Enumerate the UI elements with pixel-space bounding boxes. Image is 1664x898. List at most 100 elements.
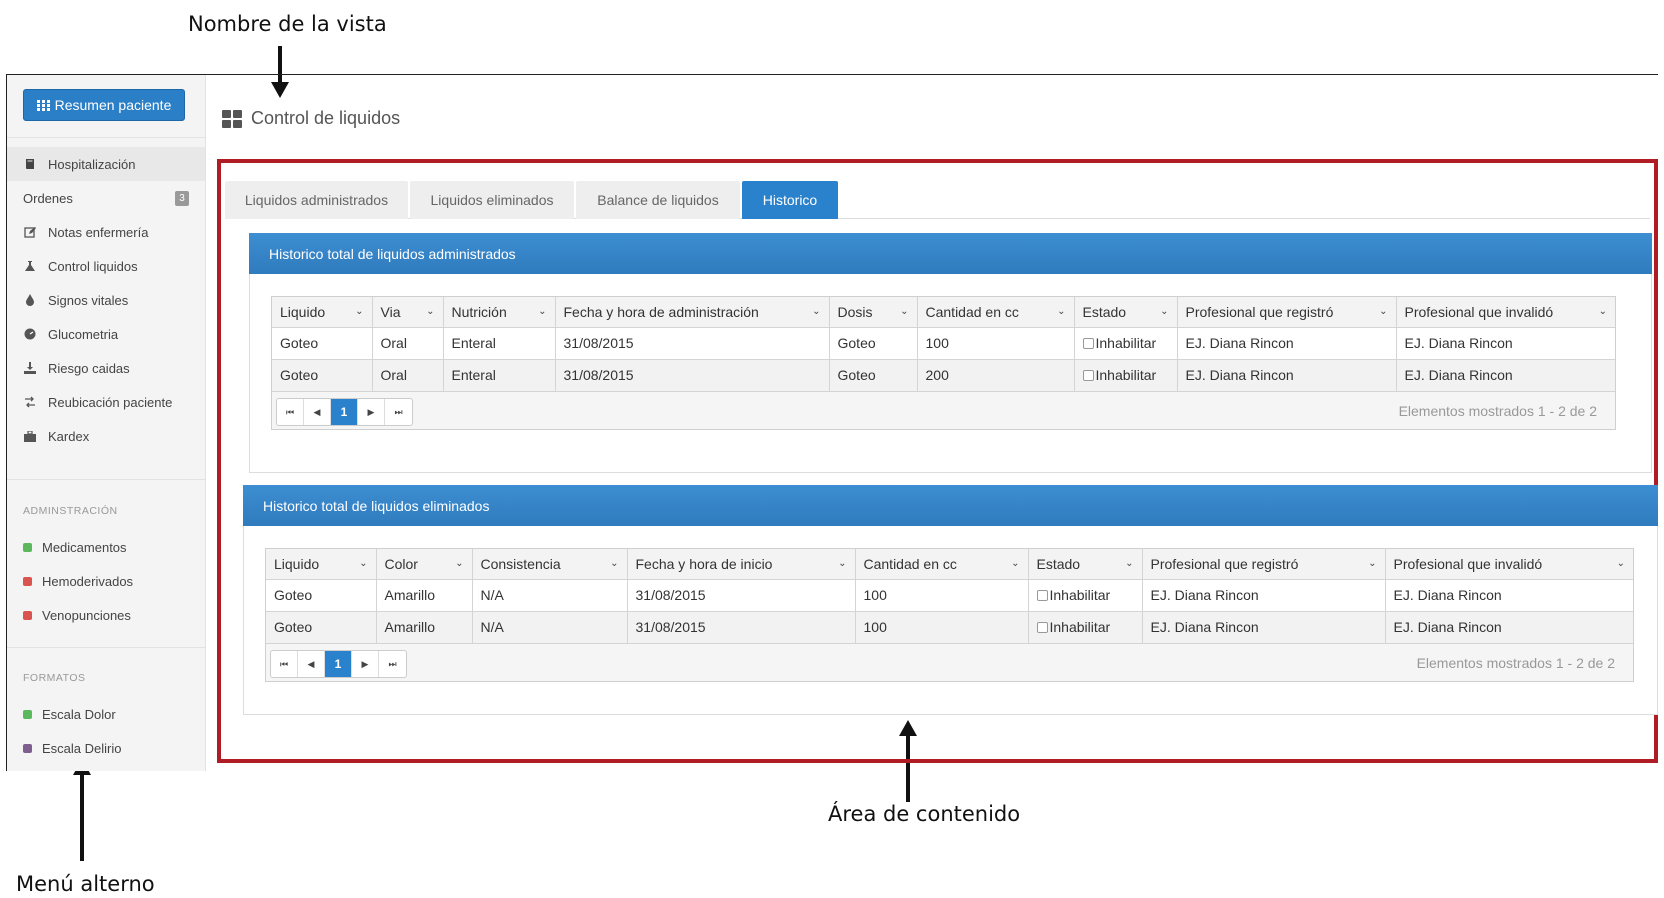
chevron-down-icon: ⌄ <box>1598 306 1607 317</box>
chevron-down-icon: ⌄ <box>359 558 368 569</box>
sidebar-item-label: Notas enfermería <box>48 224 149 240</box>
transfer-icon <box>23 395 37 409</box>
annotation-content-area: Área de contenido <box>828 802 1021 826</box>
sidebar-item-escala-delirio[interactable]: Escala Delirio <box>7 731 205 765</box>
panel-historico-administrados: Historico total de liquidos administrado… <box>249 233 1652 473</box>
data-grid-administrados: Liquido ⌄ Via ⌄ Nutrición ⌄ Fecha y hora de… <box>271 296 1616 430</box>
prev-page-icon[interactable]: ◀ <box>298 651 325 677</box>
sidebar-item-hospitalizacion[interactable]: Hospitalización <box>7 147 205 181</box>
sidebar-item-signos-vitales[interactable]: Signos vitales <box>7 283 205 317</box>
table-administrados: Liquido ⌄ Via ⌄ Nutrición ⌄ Fecha y hora de… <box>272 297 1615 392</box>
flask-icon <box>23 259 37 273</box>
chevron-down-icon: ⌄ <box>1368 558 1377 569</box>
sidebar-section-formatos: FORMATOS <box>23 672 86 684</box>
sidebar-item-hemoderivados[interactable]: Hemoderivados <box>7 564 205 598</box>
ordenes-count-badge: 3 <box>175 191 189 206</box>
pagination: ⏮ ◀ 1 ▶ ⏭ <box>270 650 407 678</box>
prev-page-icon[interactable]: ◀ <box>304 399 331 425</box>
status-dot-icon <box>23 542 32 552</box>
tab-liquidos-administrados[interactable]: Liquidos administrados <box>225 181 408 219</box>
drop-icon <box>23 293 37 307</box>
sidebar-item-venopunciones[interactable]: Venopunciones <box>7 598 205 632</box>
sidebar-item-medicamentos[interactable]: Medicamentos <box>7 530 205 564</box>
inhabilitar-checkbox[interactable] <box>1036 622 1048 633</box>
column-header[interactable]: Profesional que invalidó ⌄ <box>1385 549 1633 580</box>
inhabilitar-checkbox[interactable] <box>1036 590 1048 601</box>
sidebar-item-control-liquidos[interactable]: Control liquidos <box>7 249 205 283</box>
sidebar-item-label: Glucometria <box>48 326 119 342</box>
chevron-down-icon: ⌄ <box>455 558 464 569</box>
page-number[interactable]: 1 <box>331 399 358 425</box>
resumen-paciente-label: Resumen paciente <box>54 97 172 113</box>
sidebar-item-label: Escala Dolor <box>42 706 116 722</box>
tab-historico[interactable]: Historico <box>742 181 838 219</box>
content-area: Liquidos administrados Liquidos eliminad… <box>225 167 1658 755</box>
annotation-arrow-up <box>73 759 91 861</box>
table-row: Goteo Oral Enteral 31/08/2015 Goteo 100 … <box>272 327 1615 360</box>
table-header-row: Liquido ⌄ Color ⌄ Consistencia ⌄ Fecha y ho… <box>266 549 1633 580</box>
column-header[interactable]: Dosis ⌄ <box>829 297 918 328</box>
estado-cell[interactable]: Inhabilitar <box>1074 359 1178 392</box>
resumen-paciente-button[interactable]: Resumen paciente <box>23 89 185 121</box>
column-header[interactable]: Fecha y hora de inicio ⌄ <box>627 549 856 580</box>
column-header[interactable]: Cantidad en cc ⌄ <box>855 549 1029 580</box>
inhabilitar-checkbox[interactable] <box>1082 370 1094 381</box>
column-header[interactable]: Color ⌄ <box>376 549 473 580</box>
chevron-down-icon: ⌄ <box>610 558 619 569</box>
chevron-down-icon: ⌄ <box>1160 306 1169 317</box>
pagination-info: Elementos mostrados 1 - 2 de 2 <box>1416 655 1615 671</box>
sidebar-item-label: Ordenes <box>23 190 73 206</box>
status-dot-icon <box>23 709 32 719</box>
next-page-icon[interactable]: ▶ <box>352 651 379 677</box>
last-page-icon[interactable]: ⏭ <box>379 651 406 677</box>
book-icon <box>23 157 37 171</box>
column-header[interactable]: Estado ⌄ <box>1074 297 1178 328</box>
column-header[interactable]: Liquido ⌄ <box>272 297 373 328</box>
column-header[interactable]: Estado ⌄ <box>1028 549 1143 580</box>
estado-cell[interactable]: Inhabilitar <box>1028 611 1143 644</box>
estado-cell[interactable]: Inhabilitar <box>1028 579 1143 612</box>
first-page-icon[interactable]: ⏮ <box>277 399 304 425</box>
sidebar-item-glucometria[interactable]: Glucometria <box>7 317 205 351</box>
sidebar-item-reubicacion-paciente[interactable]: Reubicación paciente <box>7 385 205 419</box>
column-header[interactable]: Consistencia ⌄ <box>472 549 628 580</box>
table-row: Goteo Amarillo N/A 31/08/2015 100 Inhabi… <box>266 579 1633 612</box>
table-row: Goteo Oral Enteral 31/08/2015 Goteo 200 … <box>272 359 1615 392</box>
column-header[interactable]: Fecha y hora de administración ⌄ <box>555 297 830 328</box>
window-top-border <box>6 74 1658 75</box>
column-header[interactable]: Cantidad en cc ⌄ <box>917 297 1075 328</box>
chevron-down-icon: ⌄ <box>838 558 847 569</box>
tab-balance-de-liquidos[interactable]: Balance de liquidos <box>576 181 740 219</box>
column-header[interactable]: Liquido ⌄ <box>266 549 377 580</box>
chevron-down-icon: ⌄ <box>1125 558 1134 569</box>
sidebar-item-notas-enfermeria[interactable]: Notas enfermería <box>7 215 205 249</box>
sidebar-item-label: Reubicación paciente <box>48 394 173 410</box>
chevron-down-icon: ⌄ <box>812 306 821 317</box>
last-page-icon[interactable]: ⏭ <box>385 399 412 425</box>
page-number[interactable]: 1 <box>325 651 352 677</box>
page-title: Control de liquidos <box>222 108 400 129</box>
table-eliminados: Liquido ⌄ Color ⌄ Consistencia ⌄ Fecha y ho… <box>266 549 1633 644</box>
annotation-view-name: Nombre de la vista <box>188 12 387 36</box>
chevron-down-icon: ⌄ <box>538 306 547 317</box>
column-header[interactable]: Nutrición ⌄ <box>443 297 556 328</box>
column-header[interactable]: Profesional que invalidó ⌄ <box>1396 297 1615 328</box>
next-page-icon[interactable]: ▶ <box>358 399 385 425</box>
column-header[interactable]: Profesional que registró ⌄ <box>1142 549 1386 580</box>
sidebar-item-ordenes[interactable]: Ordenes 3 <box>7 181 205 215</box>
pagination-info: Elementos mostrados 1 - 2 de 2 <box>1398 403 1597 419</box>
sidebar-item-label: Signos vitales <box>48 292 129 308</box>
estado-cell[interactable]: Inhabilitar <box>1074 327 1178 360</box>
panel-historico-eliminados: Historico total de liquidos eliminados L… <box>243 485 1658 715</box>
column-header[interactable]: Via ⌄ <box>372 297 444 328</box>
tab-liquidos-eliminados[interactable]: Liquidos eliminados <box>410 181 574 219</box>
chevron-down-icon: ⌄ <box>1616 558 1625 569</box>
inhabilitar-checkbox[interactable] <box>1082 338 1094 349</box>
sidebar-item-riesgo-caidas[interactable]: Riesgo caidas <box>7 351 205 385</box>
sidebar-item-escala-dolor[interactable]: Escala Dolor <box>7 697 205 731</box>
sidebar-item-kardex[interactable]: Kardex <box>7 419 205 453</box>
column-header[interactable]: Profesional que registró ⌄ <box>1177 297 1397 328</box>
chevron-down-icon: ⌄ <box>1057 306 1066 317</box>
first-page-icon[interactable]: ⏮ <box>271 651 298 677</box>
data-grid-eliminados: Liquido ⌄ Color ⌄ Consistencia ⌄ Fecha y ho… <box>265 548 1634 682</box>
